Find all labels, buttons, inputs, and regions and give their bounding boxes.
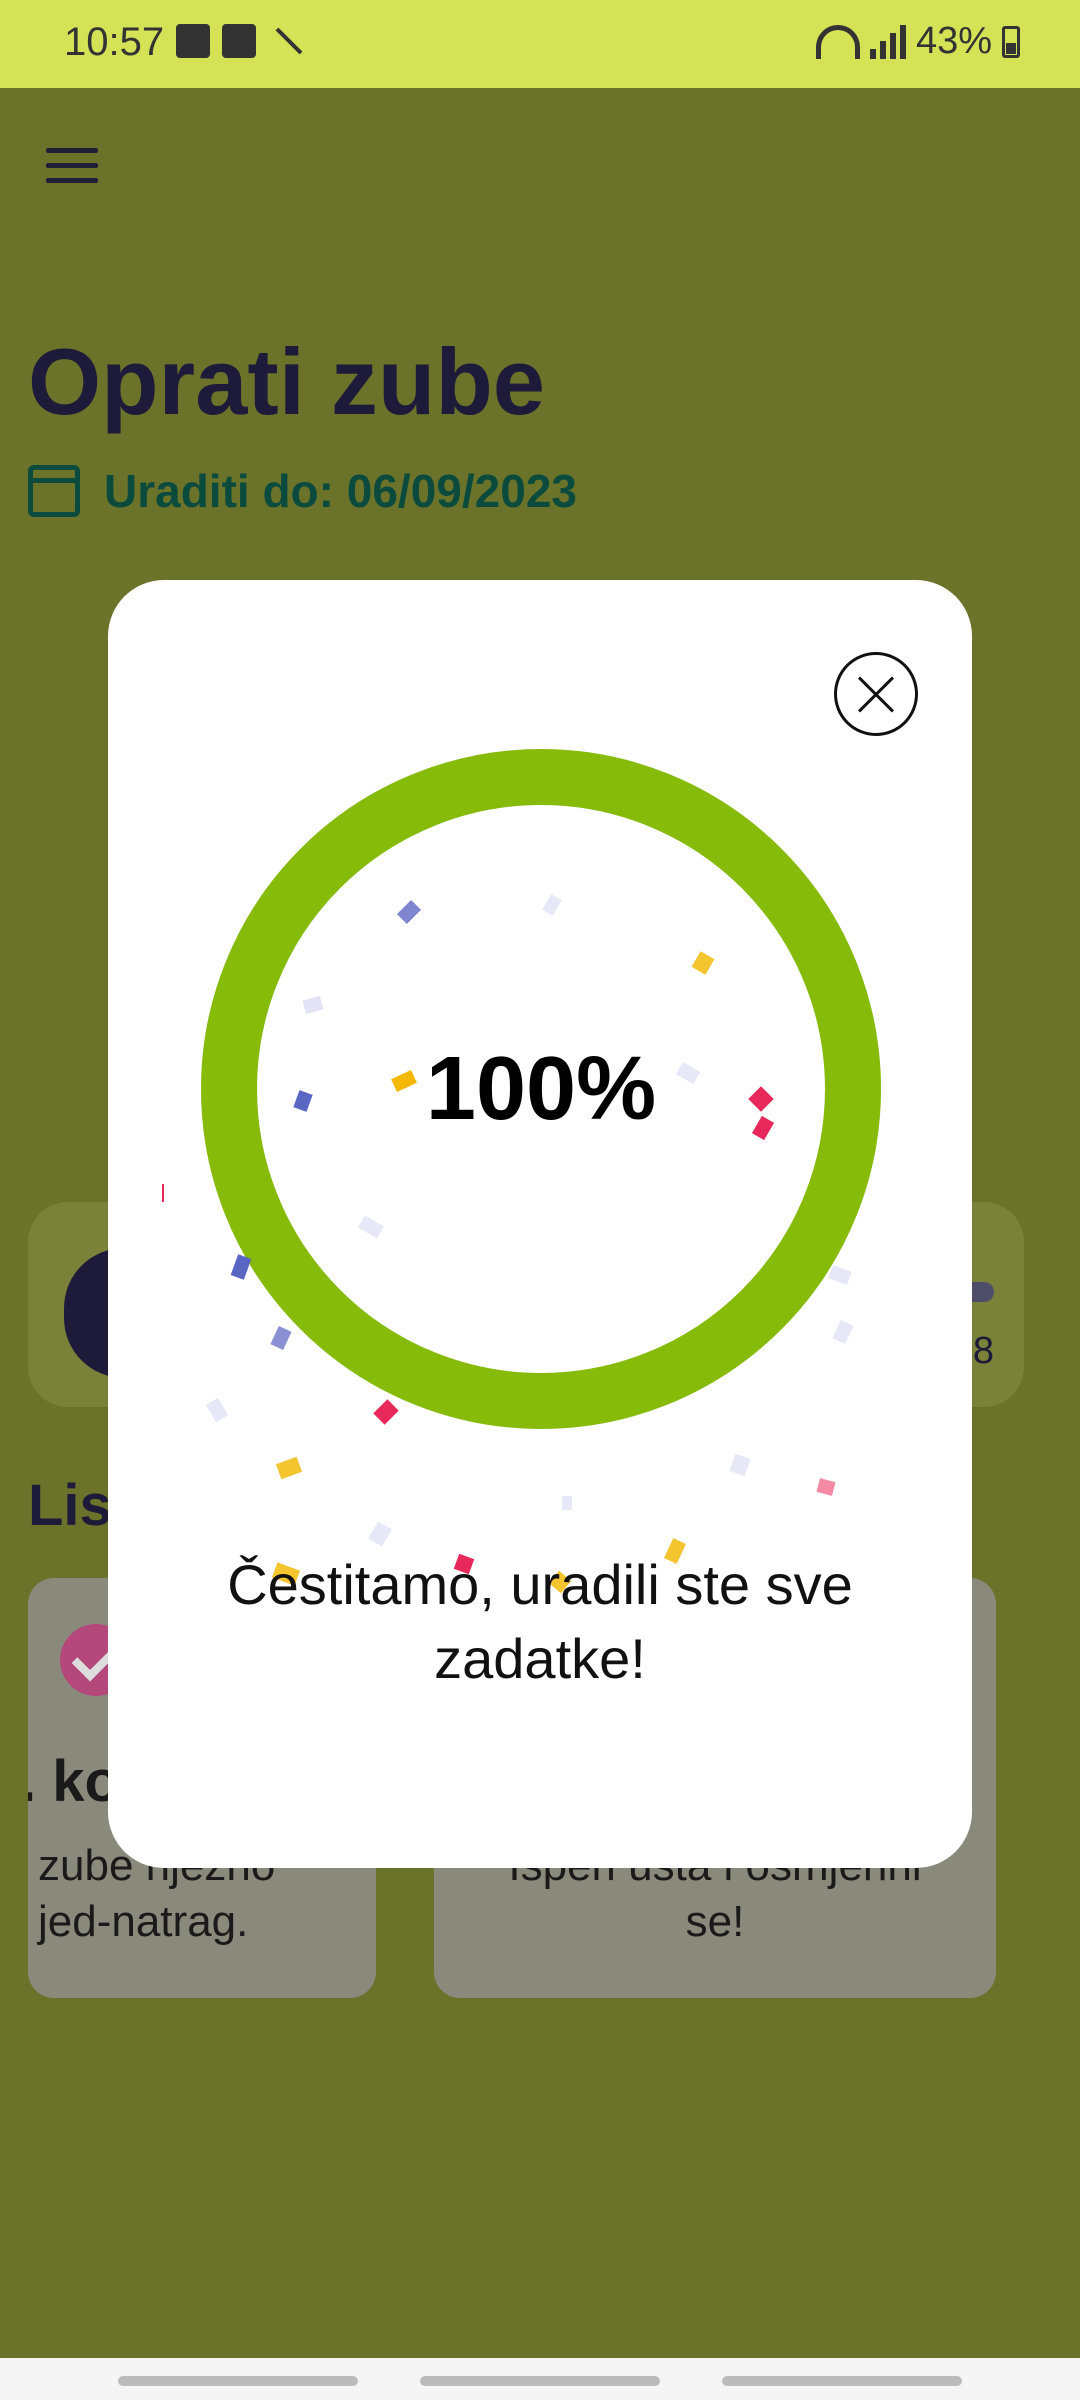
- nav-handle[interactable]: [118, 2376, 358, 2386]
- navigation-bar: [0, 2358, 1080, 2400]
- nav-handle[interactable]: [722, 2376, 962, 2386]
- close-button[interactable]: [834, 652, 918, 736]
- progress-ring: 100%: [200, 748, 882, 1430]
- congratulations-message: Čestitamo, uradili ste sve zadatke!: [227, 1553, 853, 1690]
- nav-handle[interactable]: [420, 2376, 660, 2386]
- completion-dialog: 100% Čestitamo, uradili ste sve zadatke!: [108, 580, 972, 1868]
- percent-label: 100%: [425, 1038, 657, 1139]
